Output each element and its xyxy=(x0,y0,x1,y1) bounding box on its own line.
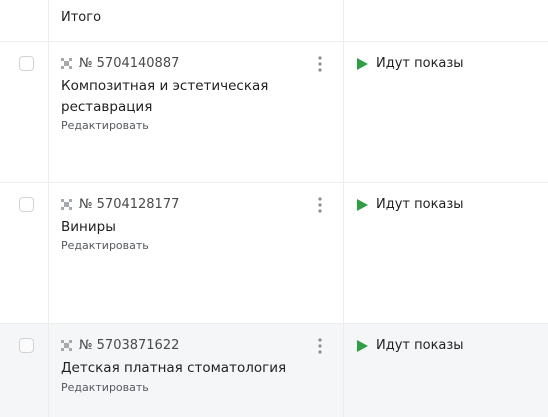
play-icon xyxy=(357,199,368,211)
kebab-menu-icon[interactable] xyxy=(312,55,328,73)
column-divider xyxy=(343,0,344,41)
ad-type-icon xyxy=(61,199,72,210)
column-divider xyxy=(343,42,344,182)
table-row[interactable]: № 5704140887 Композитная и эстетическая … xyxy=(0,42,548,183)
column-divider xyxy=(48,324,49,417)
table-header-row: Итого xyxy=(0,0,548,42)
play-icon xyxy=(357,340,368,352)
edit-link[interactable]: Редактировать xyxy=(61,119,149,132)
column-divider xyxy=(48,42,49,182)
ad-title: Виниры xyxy=(61,219,116,235)
ad-number: № 5704140887 xyxy=(79,56,180,71)
row-checkbox[interactable] xyxy=(19,56,34,71)
play-icon xyxy=(357,58,368,70)
status-text: Идут показы xyxy=(376,338,464,353)
column-divider xyxy=(48,0,49,41)
edit-link[interactable]: Редактировать xyxy=(61,381,149,394)
status-text: Идут показы xyxy=(376,197,464,212)
ad-number: № 5704128177 xyxy=(79,197,180,212)
edit-link[interactable]: Редактировать xyxy=(61,239,149,252)
column-divider xyxy=(48,183,49,323)
ad-type-icon xyxy=(61,340,72,351)
ad-number: № 5703871622 xyxy=(79,338,180,353)
ad-title: Композитная и эстетическая реставрация xyxy=(61,78,269,115)
total-label: Итого xyxy=(61,10,102,25)
status-text: Идут показы xyxy=(376,56,464,71)
column-divider xyxy=(343,324,344,417)
row-checkbox[interactable] xyxy=(19,338,34,353)
kebab-menu-icon[interactable] xyxy=(312,337,328,355)
campaign-table: Итого № 5704140887 Композитная и эстетич… xyxy=(0,0,548,417)
ad-title: Детская платная стоматология xyxy=(61,360,287,376)
row-checkbox[interactable] xyxy=(19,197,34,212)
kebab-menu-icon[interactable] xyxy=(312,196,328,214)
column-divider xyxy=(343,183,344,323)
table-row[interactable]: № 5703871622 Детская платная стоматологи… xyxy=(0,324,548,417)
table-row[interactable]: № 5704128177 Виниры Редактировать Идут п… xyxy=(0,183,548,324)
ad-type-icon xyxy=(61,58,72,69)
